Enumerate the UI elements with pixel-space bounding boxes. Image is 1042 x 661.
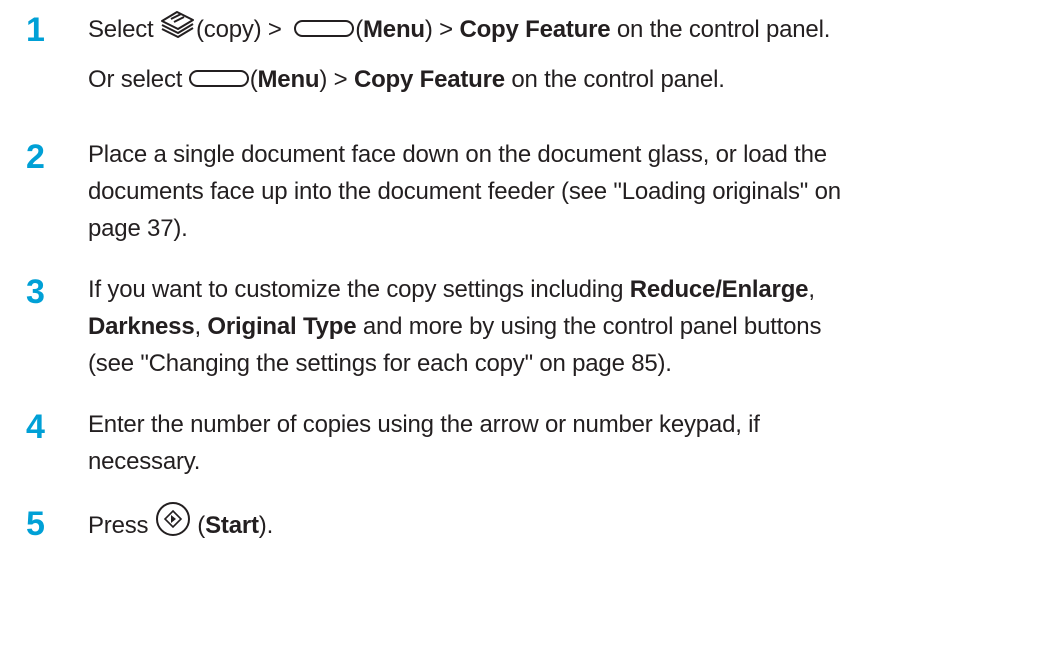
step-text: ( <box>249 66 258 93</box>
step-2-line-3: page 37). <box>88 215 188 242</box>
step-number: 3 <box>26 273 45 311</box>
step-4-line-2: necessary. <box>88 448 201 475</box>
reduce-enlarge-label: Reduce/Enlarge <box>629 276 809 303</box>
step-text: on the control panel. <box>504 66 725 93</box>
step-text: If you want to customize the copy settin… <box>88 276 630 303</box>
step-text: , <box>194 313 208 340</box>
step-text: ) <box>319 66 328 93</box>
step-2-line-1: Place a single document face down on the… <box>88 141 827 168</box>
step-text: ). <box>258 511 274 539</box>
menu-label: Menu <box>257 66 320 93</box>
copy-feature-label: Copy Feature <box>353 66 505 93</box>
step-text: > <box>327 66 354 93</box>
step-number: 2 <box>26 138 45 176</box>
step-text: Press <box>88 511 155 539</box>
step-5-line-1: Press (Start). <box>88 501 1038 550</box>
step-4-line-1: Enter the number of copies using the arr… <box>88 411 760 438</box>
menu-button-icon <box>294 20 355 37</box>
copy-feature-label: Copy Feature <box>459 15 611 43</box>
start-label: Start <box>205 511 259 539</box>
step-number: 1 <box>26 11 45 49</box>
step-2-line-2: documents face up into the document feed… <box>88 178 841 205</box>
step-text: > <box>432 15 460 43</box>
darkness-label: Darkness <box>88 313 195 340</box>
step-number: 5 <box>26 505 45 543</box>
step-1-line-1: Select (copy) > (Menu) > Copy Feature on… <box>88 10 1038 51</box>
step-3-line-2: Darkness, Original Type and more by usin… <box>88 308 1038 345</box>
step-text: (copy) > <box>195 15 289 43</box>
original-type-label: Original Type <box>207 313 357 340</box>
start-button-icon <box>155 501 191 548</box>
step-text: ) <box>424 15 433 43</box>
step-text: and more by using the control panel butt… <box>356 313 822 340</box>
copy-icon <box>160 8 196 49</box>
step-text: on the control panel. <box>610 15 831 43</box>
step-text: , <box>808 276 815 303</box>
step-text: ( <box>355 15 364 43</box>
step-text: Select <box>88 15 160 43</box>
step-text: Or select <box>88 66 189 93</box>
step-3-line-1: If you want to customize the copy settin… <box>88 271 1038 308</box>
menu-label: Menu <box>363 15 425 43</box>
step-text: ( <box>190 511 206 539</box>
menu-button-icon <box>188 70 249 88</box>
step-1-line-2: Or select (Menu) > Copy Feature on the c… <box>88 61 1038 98</box>
step-number: 4 <box>26 408 45 446</box>
step-3-line-3: (see "Changing the settings for each cop… <box>88 350 672 377</box>
